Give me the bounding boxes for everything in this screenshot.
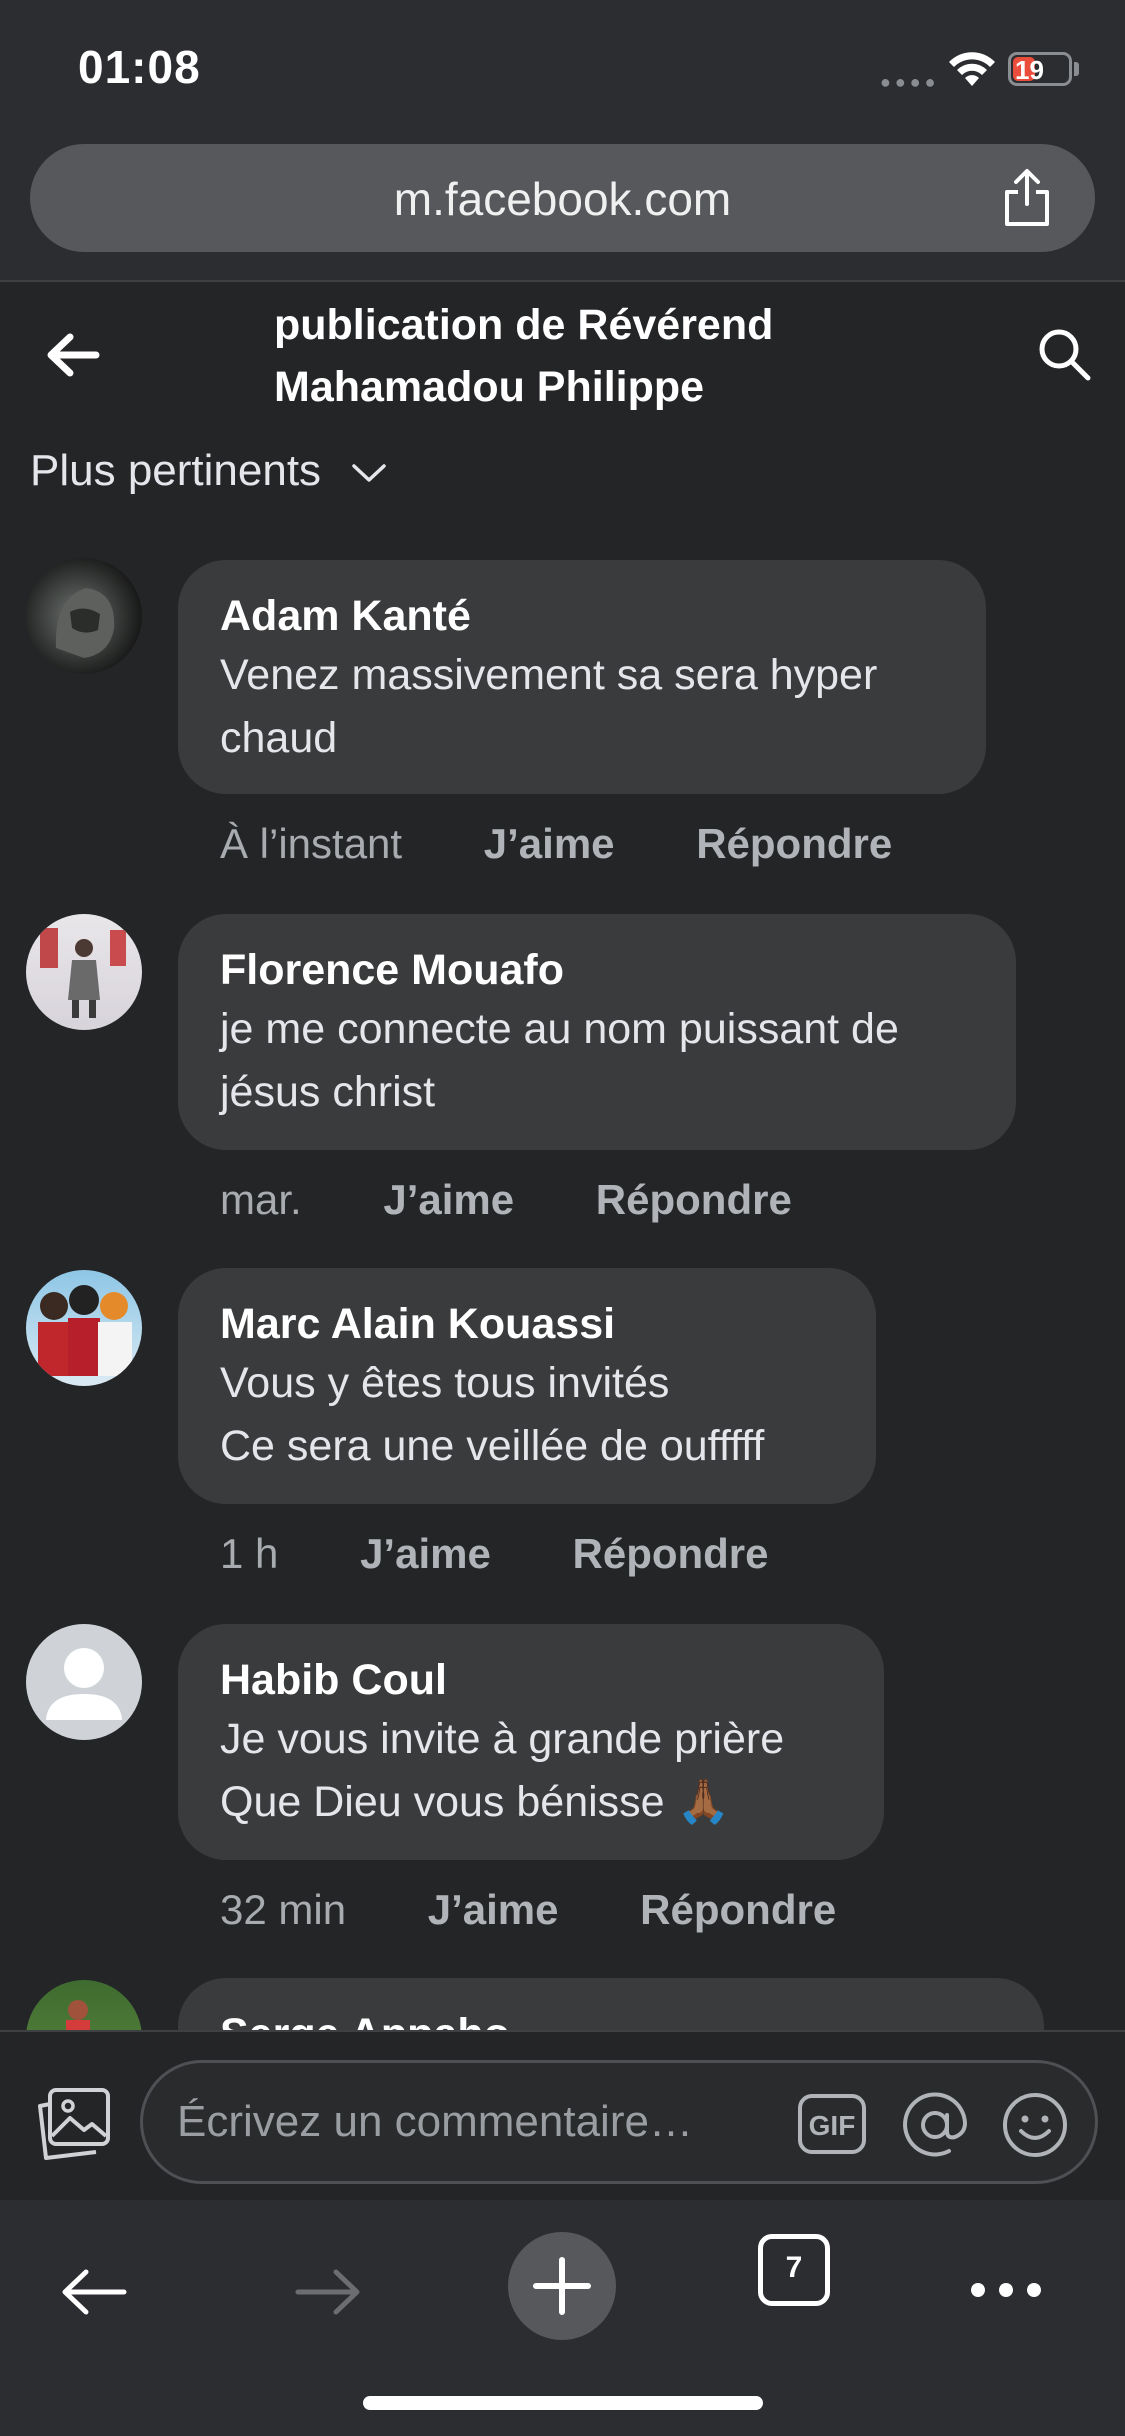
reply-button[interactable]: Répondre	[573, 1530, 769, 1578]
comment-author[interactable]: Marc Alain Kouassi	[220, 1296, 834, 1352]
comment-actions: 32 min J’aime Répondre	[220, 1886, 836, 1934]
avatar[interactable]	[26, 1624, 142, 1740]
browser-forward-icon[interactable]	[292, 2264, 364, 2320]
comment-bubble[interactable]: Adam Kanté Venez massivement sa sera hyp…	[178, 560, 986, 794]
sort-dropdown[interactable]: Plus pertinents	[30, 446, 387, 496]
wifi-icon	[949, 52, 995, 86]
comment-bubble[interactable]: Habib Coul Je vous invite à grande prièr…	[178, 1624, 884, 1860]
browser-toolbar: 7	[0, 2200, 1125, 2436]
reply-button[interactable]: Répondre	[696, 820, 892, 868]
sort-label: Plus pertinents	[30, 446, 322, 495]
comment-author[interactable]: Habib Coul	[220, 1652, 842, 1708]
reply-button[interactable]: Répondre	[596, 1176, 792, 1224]
status-bar: 01:08 ●●●● 19	[0, 0, 1125, 140]
browser-url-area: m.facebook.com	[0, 140, 1125, 282]
cellular-signal-icon: ●●●●	[880, 72, 940, 92]
comment-time[interactable]: 32 min	[220, 1886, 346, 1934]
comment-text: Vous y êtes tous invités Ce sera une vei…	[220, 1359, 765, 1470]
comment-bubble[interactable]: Serge Appaho	[178, 1978, 1044, 2030]
comment-actions: À l’instant J’aime Répondre	[220, 820, 892, 868]
share-icon[interactable]	[1001, 168, 1053, 228]
reply-button[interactable]: Répondre	[640, 1886, 836, 1934]
comment-time[interactable]: mar.	[220, 1176, 302, 1224]
gif-icon[interactable]: GIF	[797, 2093, 867, 2155]
search-icon[interactable]	[1036, 326, 1092, 382]
comment-input[interactable]: Écrivez un commentaire… GIF	[140, 2060, 1098, 2184]
battery-icon: 19	[1008, 52, 1072, 86]
back-arrow-icon[interactable]	[44, 330, 100, 380]
avatar[interactable]	[26, 558, 142, 674]
battery-level: 19	[1015, 55, 1044, 85]
avatar[interactable]	[26, 914, 142, 1030]
comment: Serge Appaho	[0, 1978, 1125, 2030]
comment-input-placeholder: Écrivez un commentaire…	[177, 2097, 693, 2146]
comment-text: Venez massivement sa sera hyper chaud	[220, 651, 878, 762]
comment-time[interactable]: À l’instant	[220, 820, 402, 868]
comment-author[interactable]: Serge Appaho	[220, 2006, 1002, 2030]
comment-actions: 1 h J’aime Répondre	[220, 1530, 769, 1578]
comment-bubble[interactable]: Marc Alain Kouassi Vous y êtes tous invi…	[178, 1268, 876, 1504]
emoji-icon[interactable]	[1001, 2091, 1069, 2159]
avatar[interactable]	[26, 1980, 142, 2030]
like-button[interactable]: J’aime	[360, 1530, 491, 1578]
comment-author[interactable]: Adam Kanté	[220, 588, 944, 644]
svg-text:GIF: GIF	[809, 2110, 856, 2141]
url-bar[interactable]: m.facebook.com	[30, 144, 1095, 252]
comment-bubble[interactable]: Florence Mouafo je me connecte au nom pu…	[178, 914, 1016, 1150]
tabs-button[interactable]: 7	[758, 2234, 830, 2306]
home-indicator	[363, 2396, 763, 2410]
comment-actions: mar. J’aime Répondre	[220, 1176, 792, 1224]
comment-text: je me connecte au nom puissant de jésus …	[220, 1005, 899, 1116]
post-header: publication de Révérend Mahamadou Philip…	[0, 282, 1125, 442]
photo-icon[interactable]	[36, 2086, 112, 2162]
url-text: m.facebook.com	[393, 173, 732, 225]
more-options-icon[interactable]	[968, 2280, 1044, 2300]
new-tab-button[interactable]	[508, 2232, 616, 2340]
comment-text: Je vous invite à grande prière Que Dieu …	[220, 1715, 785, 1826]
like-button[interactable]: J’aime	[484, 820, 615, 868]
browser-back-icon[interactable]	[58, 2264, 130, 2320]
chevron-down-icon	[352, 464, 387, 483]
status-time: 01:08	[78, 41, 201, 93]
comment-composer: Écrivez un commentaire… GIF	[0, 2030, 1125, 2200]
comment-time[interactable]: 1 h	[220, 1530, 278, 1578]
like-button[interactable]: J’aime	[428, 1886, 559, 1934]
like-button[interactable]: J’aime	[383, 1176, 514, 1224]
avatar[interactable]	[26, 1270, 142, 1386]
comment-author[interactable]: Florence Mouafo	[220, 942, 974, 998]
mention-icon[interactable]	[901, 2091, 969, 2159]
tabs-count: 7	[785, 2251, 803, 2284]
page-title: publication de Révérend Mahamadou Philip…	[274, 301, 774, 411]
plus-icon	[533, 2257, 591, 2315]
